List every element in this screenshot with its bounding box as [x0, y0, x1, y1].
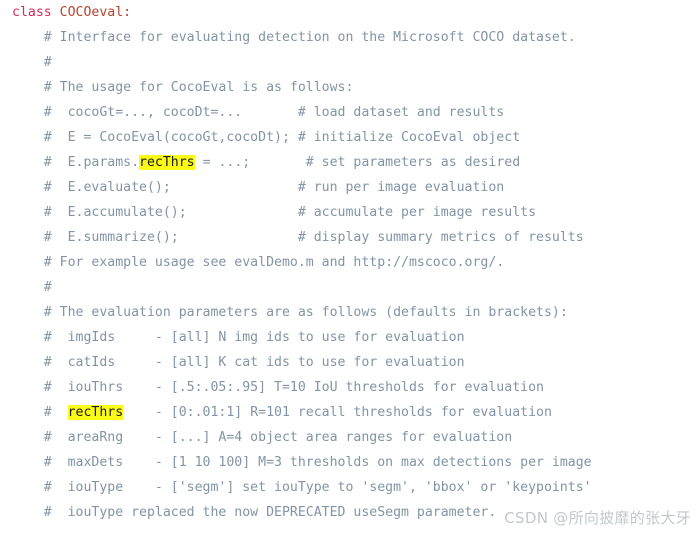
code-line: # iouThrs - [.5:.05:.95] T=10 IoU thresh…	[0, 375, 699, 400]
code-token: # E.accumulate(); # accumulate per image…	[12, 205, 537, 220]
code-line: # cocoGt=..., cocoDt=... # load dataset …	[0, 100, 699, 125]
code-token: # The evaluation parameters are as follo…	[12, 305, 568, 320]
code-line: # E.summarize(); # display summary metri…	[0, 225, 699, 250]
code-token: # E.params.	[12, 155, 140, 170]
code-token: # E = CocoEval(cocoGt,cocoDt); # initial…	[12, 130, 521, 145]
code-line: # iouType - ['segm'] set iouType to 'seg…	[0, 475, 699, 500]
code-line: #	[0, 275, 699, 300]
code-line: # iouType replaced the now DEPRECATED us…	[0, 500, 699, 525]
code-line: # For example usage see evalDemo.m and h…	[0, 250, 699, 275]
code-token: # E.evaluate(); # run per image evaluati…	[12, 180, 505, 195]
code-token: # E.summarize(); # display summary metri…	[12, 230, 584, 245]
code-line: # The evaluation parameters are as follo…	[0, 300, 699, 325]
code-token: # maxDets - [1 10 100] M=3 thresholds on…	[12, 455, 592, 470]
code-token: #	[12, 280, 52, 295]
code-token: # iouType - ['segm'] set iouType to 'seg…	[12, 480, 592, 495]
code-token: # iouType replaced the now DEPRECATED us…	[12, 505, 497, 520]
code-token: # The usage for CocoEval is as follows:	[12, 80, 354, 95]
code-token: - [0:.01:1] R=101 recall thresholds for …	[123, 405, 552, 420]
code-token: COCOeval:	[59, 5, 132, 20]
code-line-list: class COCOeval: # Interface for evaluati…	[0, 0, 699, 525]
code-line: # maxDets - [1 10 100] M=3 thresholds on…	[0, 450, 699, 475]
code-line: # Interface for evaluating detection on …	[0, 25, 699, 50]
code-viewer[interactable]: class COCOeval: # Interface for evaluati…	[0, 0, 699, 534]
code-token: #	[12, 55, 52, 70]
code-line: # The usage for CocoEval is as follows:	[0, 75, 699, 100]
code-line: #	[0, 50, 699, 75]
code-line: # E.accumulate(); # accumulate per image…	[0, 200, 699, 225]
code-line: # imgIds - [all] N img ids to use for ev…	[0, 325, 699, 350]
code-line: # E = CocoEval(cocoGt,cocoDt); # initial…	[0, 125, 699, 150]
code-token: # cocoGt=..., cocoDt=... # load dataset …	[12, 105, 505, 120]
code-line: # E.params.recThrs = ...; # set paramete…	[0, 150, 699, 175]
code-line: # E.evaluate(); # run per image evaluati…	[0, 175, 699, 200]
code-token: # areaRng - [...] A=4 object area ranges…	[12, 430, 513, 445]
code-token: # imgIds - [all] N img ids to use for ev…	[12, 330, 465, 345]
code-line: # recThrs - [0:.01:1] R=101 recall thres…	[0, 400, 699, 425]
code-token: # For example usage see evalDemo.m and h…	[12, 255, 505, 270]
highlighted-token[interactable]: recThrs	[139, 155, 195, 170]
code-line: class COCOeval:	[0, 0, 699, 25]
code-token: = ...; # set parameters as desired	[194, 155, 521, 170]
code-token: # iouThrs - [.5:.05:.95] T=10 IoU thresh…	[12, 380, 544, 395]
highlighted-token[interactable]: recThrs	[67, 405, 124, 420]
code-line: # catIds - [all] K cat ids to use for ev…	[0, 350, 699, 375]
code-token: # catIds - [all] K cat ids to use for ev…	[12, 355, 465, 370]
code-line: # areaRng - [...] A=4 object area ranges…	[0, 425, 699, 450]
code-token: # Interface for evaluating detection on …	[12, 30, 576, 45]
code-token: #	[12, 405, 68, 420]
code-token: class	[12, 5, 60, 20]
